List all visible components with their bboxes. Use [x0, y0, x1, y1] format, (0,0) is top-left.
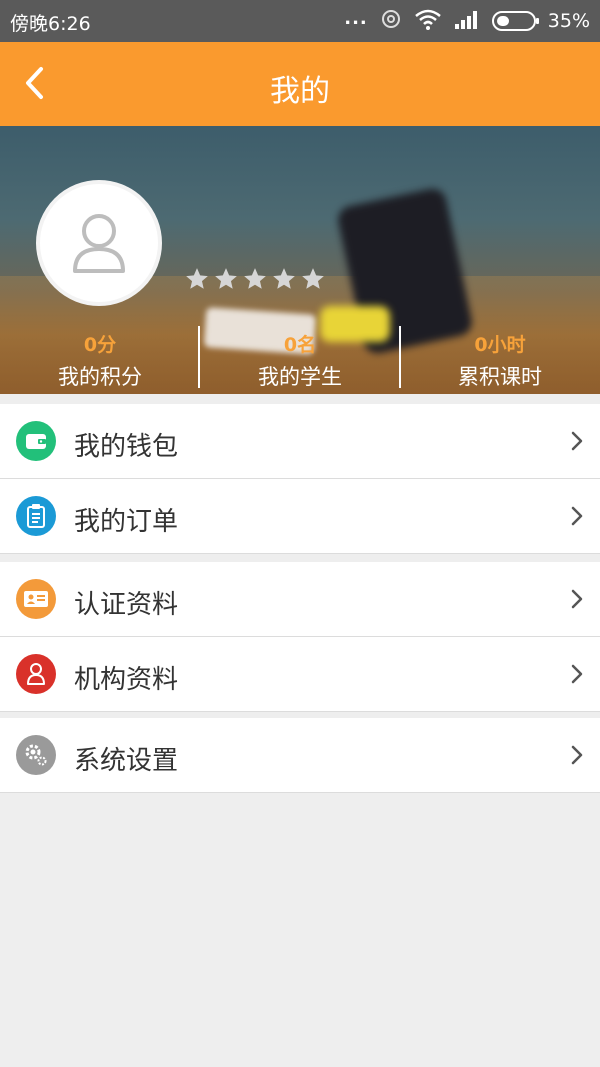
students-value: 0名: [283, 334, 317, 356]
app-header: 我的: [0, 42, 600, 126]
hotspot-icon: [380, 8, 402, 35]
user-avatar-icon: [73, 214, 125, 273]
chevron-right-icon: [571, 664, 583, 684]
battery-percent: 35%: [547, 10, 590, 32]
wallet-icon: [16, 421, 56, 461]
stat-hours[interactable]: 0小时 累积课时: [400, 330, 600, 391]
menu-item-certification[interactable]: 认证资料: [0, 562, 600, 637]
points-label: 我的积分: [58, 365, 142, 389]
status-time: 傍晚6:26: [10, 13, 91, 35]
stat-students[interactable]: 0名 我的学生: [200, 330, 400, 391]
menu-group-system: 系统设置: [0, 718, 600, 793]
signal-icon: [454, 8, 480, 35]
menu-item-wallet[interactable]: 我的钱包: [0, 404, 600, 479]
chevron-right-icon: [571, 589, 583, 609]
chevron-right-icon: [571, 745, 583, 765]
menu-item-organization[interactable]: 机构资料: [0, 637, 600, 712]
menu-group-profile: 认证资料 机构资料: [0, 562, 600, 712]
star-icon: [186, 268, 208, 289]
id-card-icon: [16, 579, 56, 619]
rating-stars: [184, 266, 326, 292]
star-icon: [215, 268, 237, 289]
user-icon: [16, 654, 56, 694]
menu-label: 机构资料: [74, 665, 179, 695]
clipboard-icon: [16, 496, 56, 536]
status-bar: 傍晚6:26 ... 35%: [0, 0, 600, 42]
notification-dots: ...: [344, 7, 368, 29]
points-value: 0分: [83, 334, 117, 356]
star-icon: [273, 268, 295, 289]
chevron-right-icon: [571, 431, 583, 451]
menu-label: 系统设置: [74, 746, 179, 776]
profile-hero: 0分 我的积分 0名 我的学生 0小时 累积课时: [0, 126, 600, 394]
hours-label: 累积课时: [458, 365, 542, 389]
chevron-right-icon: [571, 506, 583, 526]
menu-label: 我的订单: [74, 507, 179, 537]
star-icon: [302, 268, 324, 289]
wifi-icon: [414, 8, 442, 35]
battery-icon: [491, 11, 539, 31]
gear-icon: [16, 735, 56, 775]
menu-label: 认证资料: [74, 590, 179, 620]
menu-item-settings[interactable]: 系统设置: [0, 718, 600, 793]
hours-value: 0小时: [474, 334, 526, 356]
page-title: 我的: [270, 74, 330, 109]
avatar[interactable]: [36, 180, 162, 306]
menu-label: 我的钱包: [74, 432, 179, 462]
students-label: 我的学生: [258, 365, 342, 389]
menu-item-orders[interactable]: 我的订单: [0, 479, 600, 554]
stat-points[interactable]: 0分 我的积分: [0, 330, 200, 391]
star-icon: [244, 268, 266, 289]
status-icons: ... 35%: [344, 8, 590, 34]
menu-group-account: 我的钱包 我的订单: [0, 404, 600, 554]
